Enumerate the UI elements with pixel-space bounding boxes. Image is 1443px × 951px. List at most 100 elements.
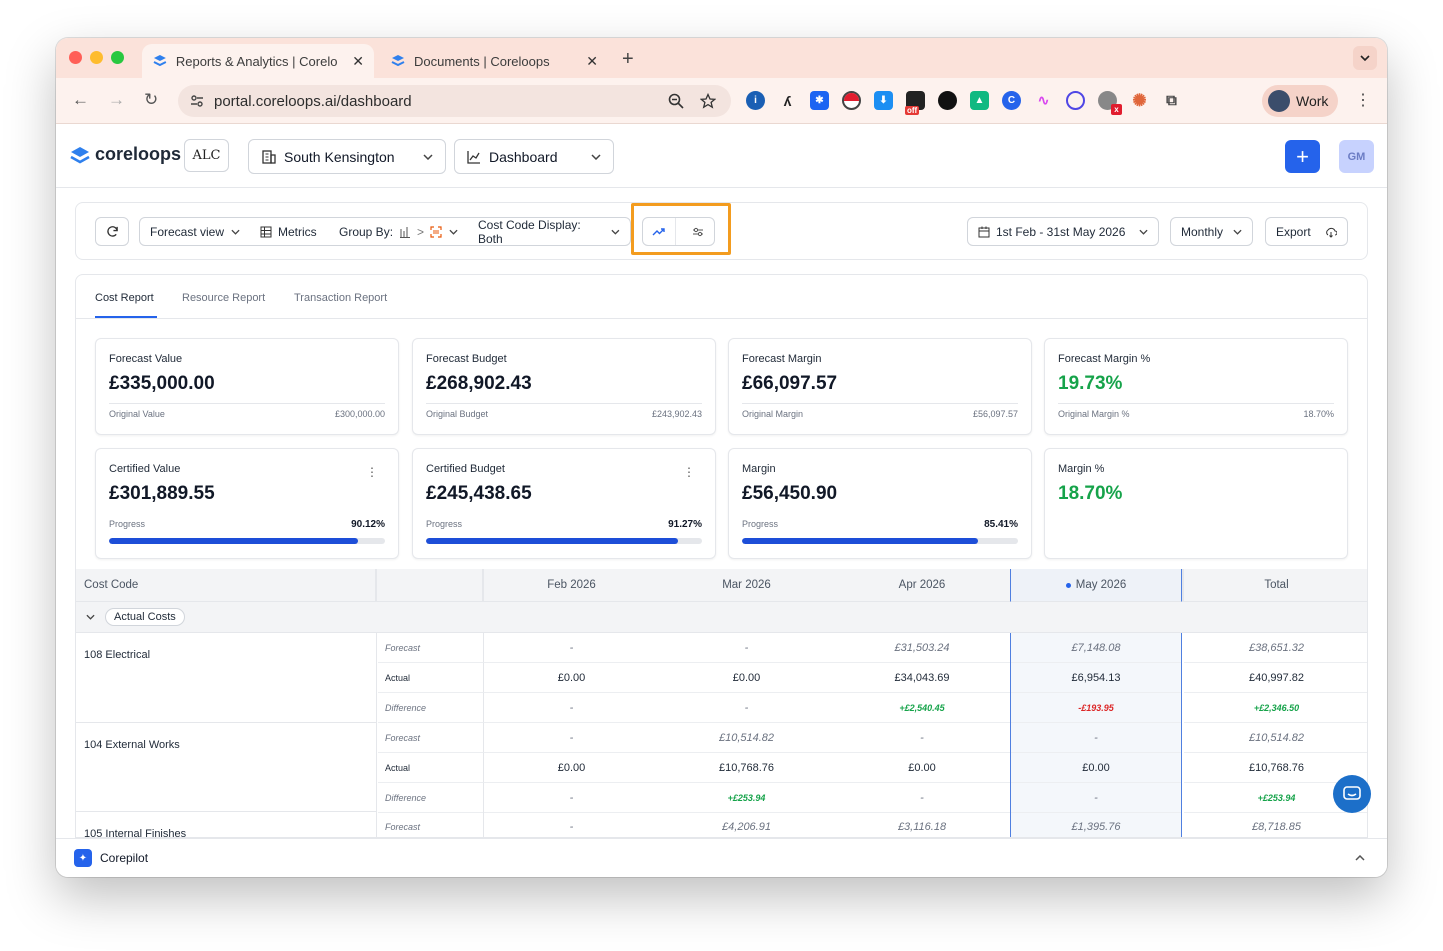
header-apr[interactable]: Apr 2026 [834, 569, 1010, 602]
progress-value: 85.41% [984, 519, 1018, 530]
table-cell: - [1011, 783, 1181, 813]
close-window-button[interactable] [69, 51, 82, 64]
tab-resource-report[interactable]: Resource Report [182, 292, 265, 304]
chevron-down-icon [449, 229, 458, 235]
minimize-window-button[interactable] [90, 51, 103, 64]
password-manager-icon[interactable]: i [746, 91, 765, 110]
pokeball-extension-icon[interactable] [842, 91, 861, 110]
corepilot-bar[interactable]: ✦ Corepilot [56, 838, 1387, 877]
chevron-up-icon[interactable] [1355, 855, 1365, 861]
header-feb[interactable]: Feb 2026 [484, 569, 659, 602]
tab-search-button[interactable] [1353, 46, 1377, 70]
cost-code-display-dropdown[interactable]: Cost Code Display: Both [468, 217, 631, 246]
interval-dropdown[interactable]: Monthly [1170, 217, 1253, 246]
group-pill: Actual Costs [105, 608, 185, 626]
window-controls [69, 51, 124, 64]
tab-close-icon[interactable]: ✕ [586, 53, 598, 70]
table-cell: £40,997.82 [1184, 663, 1367, 693]
tab-cost-report[interactable]: Cost Report [95, 292, 154, 304]
url-bar[interactable]: portal.coreloops.ai/dashboard [178, 85, 731, 117]
refresh-circle-extension-icon[interactable] [1066, 91, 1085, 110]
building-icon [262, 150, 276, 164]
arc-extension-icon[interactable]: ▲ [970, 91, 989, 110]
refresh-button[interactable] [95, 217, 129, 246]
site-selector-label: South Kensington [284, 148, 395, 165]
snowflake-extension-icon[interactable]: ✱ [810, 91, 829, 110]
zoom-icon[interactable] [668, 93, 684, 109]
more-options-icon[interactable]: ⋮ [366, 465, 378, 479]
table-cell: £10,768.76 [659, 753, 834, 783]
claude-extension-icon[interactable]: ✺ [1130, 91, 1149, 110]
metrics-button[interactable]: Metrics [250, 217, 330, 246]
disc-extension-icon[interactable] [938, 91, 957, 110]
tab-strip: Reports & Analytics | Corelo ✕ Documents… [56, 38, 1387, 78]
puzzle-extensions-icon[interactable]: ⧉ [1162, 91, 1181, 110]
bookmark-star-icon[interactable] [700, 93, 716, 109]
export-button[interactable]: Export [1265, 217, 1348, 246]
table-cell: £8,718.85 [1184, 812, 1367, 837]
browser-tab-documents[interactable]: Documents | Coreloops ✕ [380, 44, 608, 78]
audio-wave-extension-icon[interactable]: ∿ [1034, 91, 1053, 110]
browser-menu-icon[interactable]: ⋮ [1355, 90, 1371, 110]
filter-settings-toggle[interactable] [682, 218, 714, 245]
chat-launcher-button[interactable] [1333, 775, 1371, 813]
site-settings-icon[interactable] [190, 94, 204, 108]
date-range-picker[interactable]: 1st Feb - 31st May 2026 [967, 217, 1159, 246]
kpi-sub-value: £243,902.43 [651, 409, 702, 419]
header-mar[interactable]: Mar 2026 [659, 569, 834, 602]
add-button[interactable]: + [1285, 140, 1320, 173]
table-cell: - [834, 783, 1010, 813]
reload-icon[interactable]: ↻ [144, 90, 158, 110]
more-options-icon[interactable]: ⋮ [683, 465, 695, 479]
c-extension-icon[interactable]: C [1002, 91, 1021, 110]
forward-arrow-icon[interactable]: → [108, 90, 125, 110]
header-may[interactable]: May 2026 [1010, 569, 1182, 602]
kpi-label: Margin [742, 463, 776, 475]
kpi-sub-label: Original Margin [742, 409, 804, 419]
trend-chart-toggle[interactable] [643, 218, 676, 245]
group-by-dropdown[interactable]: Group By: > [329, 217, 469, 246]
back-arrow-icon[interactable]: ← [72, 90, 89, 110]
new-tab-button[interactable]: + [622, 48, 634, 71]
cost-code-cell[interactable]: 105 Internal Finishes [76, 812, 377, 837]
group-row-actual-costs[interactable]: Actual Costs [76, 602, 1367, 633]
group-separator: > [417, 224, 425, 239]
table-cell: - [484, 693, 659, 723]
browser-tab-reports[interactable]: Reports & Analytics | Corelo ✕ [142, 44, 374, 78]
extension-off-icon[interactable]: off [905, 91, 925, 115]
app-header: coreloops ALC South Kensington Dashboard… [56, 124, 1387, 188]
client-logo: ALC [184, 139, 229, 172]
header-cost-code[interactable]: Cost Code [76, 569, 377, 602]
download-extension-icon[interactable]: ⬇ [874, 91, 893, 110]
kpi-value: £301,889.55 [109, 483, 215, 504]
kpi-card-forecast-budget: Forecast Budget £268,902.43 Original Bud… [412, 338, 716, 435]
brand-logo[interactable]: coreloops [69, 144, 181, 165]
cost-code-cell[interactable]: 104 External Works [76, 723, 377, 812]
table-cell: - [484, 783, 659, 813]
progress-bar [109, 538, 385, 544]
header-total[interactable]: Total [1182, 569, 1367, 602]
line-chart-icon [467, 150, 480, 164]
row-type-actual: Actual [378, 753, 484, 783]
report-tabs: Cost Report Resource Report Transaction … [76, 275, 1367, 319]
table-cell: +£2,346.50 [1184, 693, 1367, 723]
cost-code-cell[interactable]: 108 Electrical [76, 633, 377, 723]
coreloops-favicon-icon [153, 55, 167, 67]
maximize-window-button[interactable] [111, 51, 124, 64]
profile-button[interactable]: Work [1262, 85, 1339, 117]
tab-transaction-report[interactable]: Transaction Report [294, 292, 387, 304]
kpi-progress: Progress 90.12% [109, 519, 385, 530]
blocked-extension-icon[interactable]: x [1098, 91, 1122, 115]
kpi-value: 18.70% [1058, 483, 1123, 504]
table-cell: £3,116.18 [834, 812, 1010, 837]
tab-close-icon[interactable]: ✕ [352, 53, 364, 70]
site-selector[interactable]: South Kensington [248, 139, 446, 174]
group-by-label: Group By: [339, 224, 394, 239]
view-selector[interactable]: Dashboard [454, 139, 614, 174]
signature-extension-icon[interactable]: ʎ [778, 91, 797, 110]
export-cloud-icon [1326, 227, 1337, 238]
url-text: portal.coreloops.ai/dashboard [214, 92, 412, 110]
user-avatar[interactable]: GM [1339, 140, 1374, 173]
forecast-view-dropdown[interactable]: Forecast view [139, 217, 251, 246]
chevron-down-icon[interactable] [86, 614, 95, 620]
